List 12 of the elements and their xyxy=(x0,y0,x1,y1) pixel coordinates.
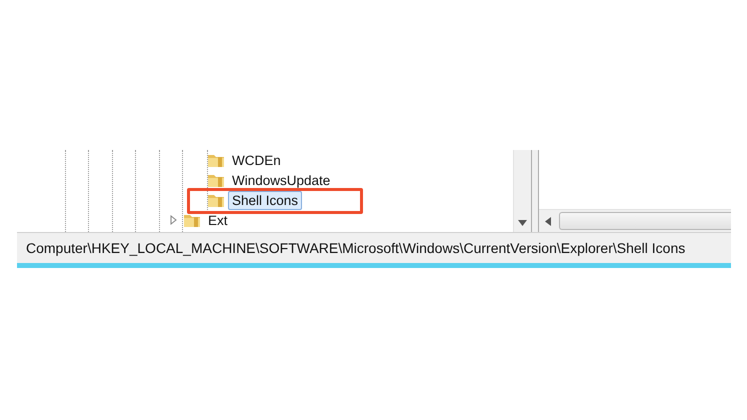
scrollbar-thumb[interactable] xyxy=(559,212,731,230)
folder-icon xyxy=(183,212,201,228)
folder-icon xyxy=(207,192,225,208)
tree-item[interactable]: WindowsUpdate xyxy=(228,170,334,190)
tree-item[interactable]: Ext xyxy=(204,210,232,230)
scroll-left-icon[interactable] xyxy=(545,216,551,226)
tree-item[interactable]: WCDEn xyxy=(228,150,285,170)
folder-icon xyxy=(207,152,225,168)
scroll-down-icon[interactable] xyxy=(518,220,527,226)
folder-icon xyxy=(207,172,225,188)
status-bar: Computer\HKEY_LOCAL_MACHINE\SOFTWARE\Microsoft\Windows\CurrentVersion\Explorer\Shell Icons xyxy=(17,232,731,263)
tree-item[interactable]: Shell Icons xyxy=(228,190,302,210)
